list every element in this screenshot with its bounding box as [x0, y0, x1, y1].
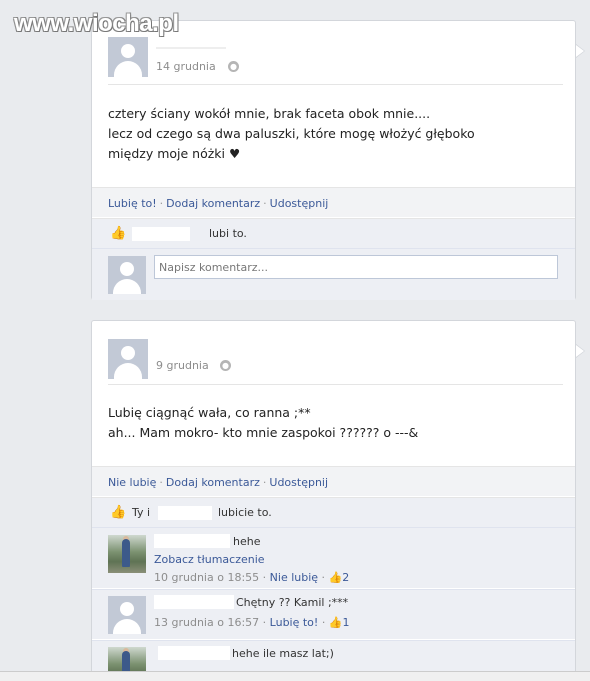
unlike-link[interactable]: Nie lubię	[108, 476, 156, 489]
likes-prefix: Ty i	[132, 506, 151, 519]
thumbs-up-icon: 👍	[328, 616, 343, 629]
avatar[interactable]	[108, 596, 146, 634]
comment-like-count[interactable]: 1	[343, 616, 350, 629]
post-actions: Nie lubię · Dodaj komentarz · Udostępnij	[92, 466, 575, 496]
post-card-1: 14 grudnia ● cztery ściany wokół mnie, b…	[91, 20, 585, 300]
comment-2: Chętny ?? Kamil ;*** 13 grudnia o 16:57 …	[92, 589, 575, 639]
comment-meta: 10 grudnia o 18:55 · Nie lubię · 👍2	[154, 571, 350, 584]
share-link[interactable]: Udostępnij	[270, 197, 329, 210]
translate-link[interactable]: Zobacz tłumaczenie	[154, 553, 265, 566]
post-text: Lubię ciągnąć wała, co ranna ;** ah... M…	[108, 405, 419, 440]
likes-row: 👍 Ty i lubicie to.	[92, 497, 575, 527]
watermark: www.wiocha.pl	[14, 10, 179, 37]
comment-composer: Napisz komentarz...	[92, 248, 575, 300]
post-card-2: 9 grudnia ● Lubię ciągnąć wała, co ranna…	[91, 320, 585, 681]
window-bottom-edge	[0, 671, 590, 681]
comment-text: hehe ile masz lat;)	[232, 647, 334, 660]
share-link[interactable]: Udostępnij	[269, 476, 328, 489]
liker-name-redacted	[158, 506, 212, 520]
comment-text: Chętny ?? Kamil ;***	[236, 596, 349, 609]
globe-icon: ●	[228, 61, 239, 72]
likes-row: 👍 lubi to.	[92, 218, 575, 248]
thumbs-up-icon: 👍	[110, 505, 127, 520]
commenter-photo[interactable]	[108, 535, 146, 573]
commenter-name-redacted	[154, 534, 230, 548]
thumbs-up-icon: 👍	[328, 571, 343, 584]
comment-input[interactable]: Napisz komentarz...	[154, 255, 558, 279]
comment-text: hehe	[233, 535, 261, 548]
comment-meta: 13 grudnia o 16:57 · Lubię to! · 👍1	[154, 616, 350, 629]
avatar	[108, 256, 146, 294]
post-header: 9 grudnia ●	[108, 321, 563, 385]
comment-like-link[interactable]: Nie lubię	[270, 571, 318, 584]
liker-name-redacted	[132, 227, 190, 241]
avatar[interactable]	[108, 37, 148, 77]
comment-time[interactable]: 10 grudnia o 18:55	[154, 571, 259, 584]
commenter-name-redacted	[154, 595, 234, 609]
comment-like-link[interactable]: Lubię to!	[270, 616, 319, 629]
thumbs-up-icon: 👍	[110, 226, 127, 241]
avatar[interactable]	[108, 339, 148, 379]
comment-link[interactable]: Dodaj komentarz	[166, 476, 260, 489]
globe-icon: ●	[220, 360, 231, 371]
comment-like-count[interactable]: 2	[342, 571, 349, 584]
author-name-redacted	[156, 37, 226, 49]
like-link[interactable]: Lubię to!	[108, 197, 157, 210]
post-date[interactable]: 14 grudnia	[156, 60, 216, 73]
likes-text: lubicie to.	[218, 506, 272, 519]
comment-link[interactable]: Dodaj komentarz	[166, 197, 260, 210]
likes-text: lubi to.	[209, 227, 247, 240]
post-text: cztery ściany wokół mnie, brak faceta ob…	[108, 106, 475, 161]
post-date[interactable]: 9 grudnia	[156, 359, 209, 372]
commenter-name-redacted	[158, 646, 230, 660]
post-actions: Lubię to! · Dodaj komentarz · Udostępnij	[92, 187, 575, 217]
comment-time[interactable]: 13 grudnia o 16:57	[154, 616, 259, 629]
comment-1: hehe Zobacz tłumaczenie 10 grudnia o 18:…	[92, 527, 575, 588]
